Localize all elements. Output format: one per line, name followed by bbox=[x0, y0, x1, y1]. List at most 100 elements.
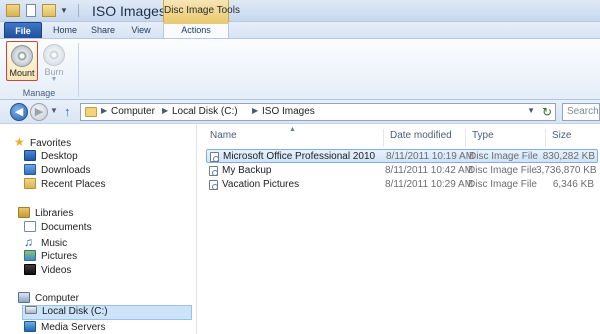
recent-locations-dropdown[interactable]: ▼ bbox=[50, 106, 58, 115]
file-name: Microsoft Office Professional 2010 bbox=[223, 151, 376, 162]
nav-local-disk-label: Local Disk (C:) bbox=[42, 306, 108, 317]
tab-file[interactable]: File bbox=[4, 22, 42, 38]
address-bar[interactable]: ▶ Computer ▶ Local Disk (C:) ▶ ISO Image… bbox=[80, 103, 556, 121]
nav-downloads[interactable]: Downloads bbox=[24, 164, 90, 176]
nav-videos-label: Videos bbox=[41, 265, 72, 276]
nav-computer-label: Computer bbox=[35, 293, 79, 304]
tab-share[interactable]: Share bbox=[86, 22, 120, 38]
tab-actions[interactable]: Actions bbox=[163, 22, 229, 38]
new-folder-icon[interactable] bbox=[42, 4, 56, 17]
nav-media-servers[interactable]: Media Servers bbox=[24, 321, 105, 333]
properties-icon[interactable] bbox=[26, 4, 36, 17]
nav-pictures[interactable]: Pictures bbox=[24, 250, 77, 262]
file-size: 830,282 KB bbox=[542, 151, 595, 162]
disc-image-file-icon bbox=[209, 166, 218, 176]
file-row[interactable]: Vacation Pictures 8/11/2011 10:29 AM Dis… bbox=[206, 178, 598, 192]
breadcrumb-separator-icon[interactable]: ▶ bbox=[101, 106, 107, 115]
hard-disk-icon bbox=[25, 306, 37, 314]
file-date: 8/11/2011 10:19 AM bbox=[386, 151, 475, 162]
title-separator bbox=[78, 4, 79, 17]
breadcrumb-computer[interactable]: Computer bbox=[111, 106, 155, 117]
column-header-date[interactable]: Date modified bbox=[384, 129, 466, 147]
back-button[interactable]: ◀ bbox=[10, 103, 28, 121]
file-name: Vacation Pictures bbox=[222, 179, 300, 190]
nav-libraries[interactable]: Libraries bbox=[18, 207, 73, 219]
recent-places-icon bbox=[24, 178, 36, 189]
chevron-down-icon: ▼ bbox=[50, 76, 58, 83]
folder-app-icon[interactable] bbox=[6, 4, 20, 17]
burn-disc-icon bbox=[43, 44, 65, 66]
file-size: 6,346 KB bbox=[552, 179, 594, 190]
navigation-pane: ★ Favorites Desktop Downloads Recent Plac… bbox=[0, 125, 197, 334]
ribbon-tab-row: File Home Share View Actions bbox=[0, 22, 600, 38]
nav-documents-label: Documents bbox=[41, 222, 92, 233]
column-header-type[interactable]: Type bbox=[466, 129, 546, 147]
file-name: My Backup bbox=[222, 165, 272, 176]
ribbon: Mount Burn ▼ Manage bbox=[0, 38, 600, 100]
title-bar: ▼ ISO Images Disc Image Tools bbox=[0, 0, 600, 22]
column-header-size[interactable]: Size bbox=[546, 129, 600, 147]
up-arrow-icon[interactable]: ↑ bbox=[64, 104, 71, 119]
file-size: 3,736,870 KB bbox=[536, 165, 597, 176]
music-note-icon: ♫ bbox=[24, 235, 33, 249]
disc-image-file-icon bbox=[209, 180, 218, 190]
nav-local-disk[interactable]: Local Disk (C:) bbox=[22, 305, 192, 320]
navigation-bar: ◀ ▶ ▼ ↑ ▶ Computer ▶ Local Disk (C:) ▶ I… bbox=[0, 100, 600, 124]
nav-desktop-label: Desktop bbox=[41, 151, 78, 162]
nav-videos[interactable]: Videos bbox=[24, 264, 71, 276]
nav-documents[interactable]: Documents bbox=[24, 221, 92, 233]
refresh-icon[interactable]: ↻ bbox=[542, 105, 552, 119]
file-type: Disc Image File bbox=[468, 179, 537, 190]
nav-desktop[interactable]: Desktop bbox=[24, 150, 78, 162]
breadcrumb-iso-images[interactable]: ISO Images bbox=[262, 106, 315, 117]
nav-recent-places[interactable]: Recent Places bbox=[24, 178, 105, 190]
breadcrumb-separator-icon[interactable]: ▶ bbox=[162, 106, 168, 115]
file-list: ▲ Name Date modified Type Size Microsoft… bbox=[198, 125, 600, 334]
disc-icon bbox=[11, 45, 33, 67]
folder-icon bbox=[85, 107, 97, 117]
star-icon: ★ bbox=[14, 135, 25, 149]
window-title: ISO Images bbox=[92, 3, 166, 19]
burn-button[interactable]: Burn ▼ bbox=[38, 41, 70, 83]
disc-image-file-icon bbox=[210, 152, 219, 162]
desktop-icon bbox=[24, 150, 36, 161]
arrow-left-icon: ◀ bbox=[14, 106, 24, 118]
file-row[interactable]: Microsoft Office Professional 2010 8/11/… bbox=[206, 149, 598, 163]
nav-libraries-label: Libraries bbox=[35, 208, 74, 219]
file-type: Disc Image File bbox=[468, 165, 537, 176]
customize-quick-access-icon[interactable]: ▼ bbox=[60, 4, 70, 17]
arrow-right-icon: ▶ bbox=[34, 106, 44, 118]
downloads-icon bbox=[24, 164, 36, 175]
libraries-icon bbox=[18, 207, 30, 218]
nav-favorites-label: Favorites bbox=[30, 138, 72, 149]
breadcrumb-separator-icon[interactable]: ▶ bbox=[252, 106, 258, 115]
nav-music-label: Music bbox=[41, 238, 68, 249]
context-tab-group-label: Disc Image Tools bbox=[163, 0, 240, 22]
nav-recent-places-label: Recent Places bbox=[41, 179, 106, 190]
mount-label: Mount bbox=[9, 68, 35, 78]
file-row[interactable]: My Backup 8/11/2011 10:42 AM Disc Image … bbox=[206, 164, 598, 178]
documents-icon bbox=[24, 221, 36, 232]
nav-media-servers-label: Media Servers bbox=[41, 322, 106, 333]
mount-button[interactable]: Mount bbox=[6, 41, 38, 81]
tab-view[interactable]: View bbox=[124, 22, 158, 38]
nav-favorites[interactable]: ★ Favorites bbox=[14, 135, 71, 149]
pictures-icon bbox=[24, 250, 36, 261]
file-date: 8/11/2011 10:42 AM bbox=[385, 165, 474, 176]
nav-pictures-label: Pictures bbox=[41, 251, 78, 262]
ribbon-group-label: Manage bbox=[22, 88, 56, 98]
nav-music[interactable]: ♫ Music bbox=[24, 235, 67, 249]
forward-button[interactable]: ▶ bbox=[30, 103, 48, 121]
tab-home[interactable]: Home bbox=[48, 22, 82, 38]
nav-computer[interactable]: Computer bbox=[18, 292, 79, 304]
ribbon-group-divider bbox=[78, 43, 79, 97]
column-header-name[interactable]: Name bbox=[204, 129, 384, 147]
computer-icon bbox=[18, 292, 30, 303]
file-date: 8/11/2011 10:29 AM bbox=[385, 179, 474, 190]
videos-icon bbox=[24, 264, 36, 275]
file-type: Disc Image File bbox=[469, 151, 538, 162]
breadcrumb-local-disk[interactable]: Local Disk (C:) bbox=[172, 106, 238, 117]
search-input[interactable]: Search IS bbox=[562, 103, 600, 121]
address-history-dropdown[interactable]: ▼ bbox=[527, 106, 535, 115]
nav-downloads-label: Downloads bbox=[41, 165, 91, 176]
